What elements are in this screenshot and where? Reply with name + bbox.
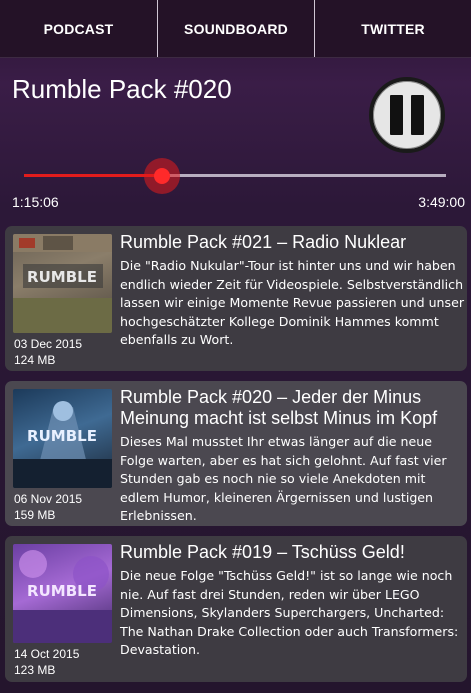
episode-list: RUMBLE 03 Dec 2015 124 MB Rumble Pack #0…	[5, 226, 467, 692]
pause-icon	[386, 95, 428, 135]
episode-description: Die neue Folge "Tschüss Geld!" ist so la…	[120, 568, 459, 657]
tab-soundboard[interactable]: SOUNDBOARD	[157, 0, 314, 57]
episode-title: Rumble Pack #020 – Jeder der Minus Meinu…	[120, 387, 438, 428]
episode-card[interactable]: RUMBLE 03 Dec 2015 124 MB Rumble Pack #0…	[5, 226, 467, 371]
episode-size: 123 MB	[14, 663, 56, 677]
episode-thumbnail: RUMBLE	[13, 544, 112, 643]
thumbnail-logo-text: RUMBLE	[27, 427, 97, 445]
thumbnail-logo-text: RUMBLE	[27, 268, 97, 286]
seek-thumb[interactable]	[153, 168, 170, 184]
episode-description: Dieses Mal musstet Ihr etwas länger auf …	[120, 434, 447, 523]
tab-bar: PODCAST SOUNDBOARD TWITTER	[0, 0, 471, 58]
episode-thumbnail: RUMBLE	[13, 234, 112, 333]
now-playing-panel: Rumble Pack #020 1:15:06 3:49:00	[0, 58, 471, 218]
episode-date: 06 Nov 2015	[14, 492, 83, 506]
pause-button[interactable]	[369, 77, 445, 153]
episode-thumbnail: RUMBLE	[13, 389, 112, 488]
episode-card[interactable]: RUMBLE 06 Nov 2015 159 MB Rumble Pack #0…	[5, 381, 467, 526]
seek-bar-progress	[24, 174, 162, 177]
seek-bar[interactable]	[24, 174, 446, 177]
episode-title: Rumble Pack #021 – Radio Nuklear	[120, 232, 407, 252]
episode-date: 03 Dec 2015	[14, 337, 83, 351]
episode-card[interactable]: RUMBLE 14 Oct 2015 123 MB Rumble Pack #0…	[5, 536, 467, 682]
episode-title: Rumble Pack #019 – Tschüss Geld!	[120, 542, 405, 562]
episode-size: 159 MB	[14, 508, 56, 522]
thumbnail-logo-text: RUMBLE	[27, 582, 97, 600]
total-time: 3:49:00	[418, 194, 465, 210]
now-playing-title: Rumble Pack #020	[12, 74, 232, 104]
tab-twitter[interactable]: TWITTER	[314, 0, 471, 57]
episode-date: 14 Oct 2015	[14, 647, 80, 661]
current-time: 1:15:06	[12, 194, 59, 210]
episode-description: Die "Radio Nukular"-Tour ist hinter uns …	[120, 258, 465, 347]
tab-podcast[interactable]: PODCAST	[0, 0, 157, 57]
episode-size: 124 MB	[14, 353, 56, 367]
